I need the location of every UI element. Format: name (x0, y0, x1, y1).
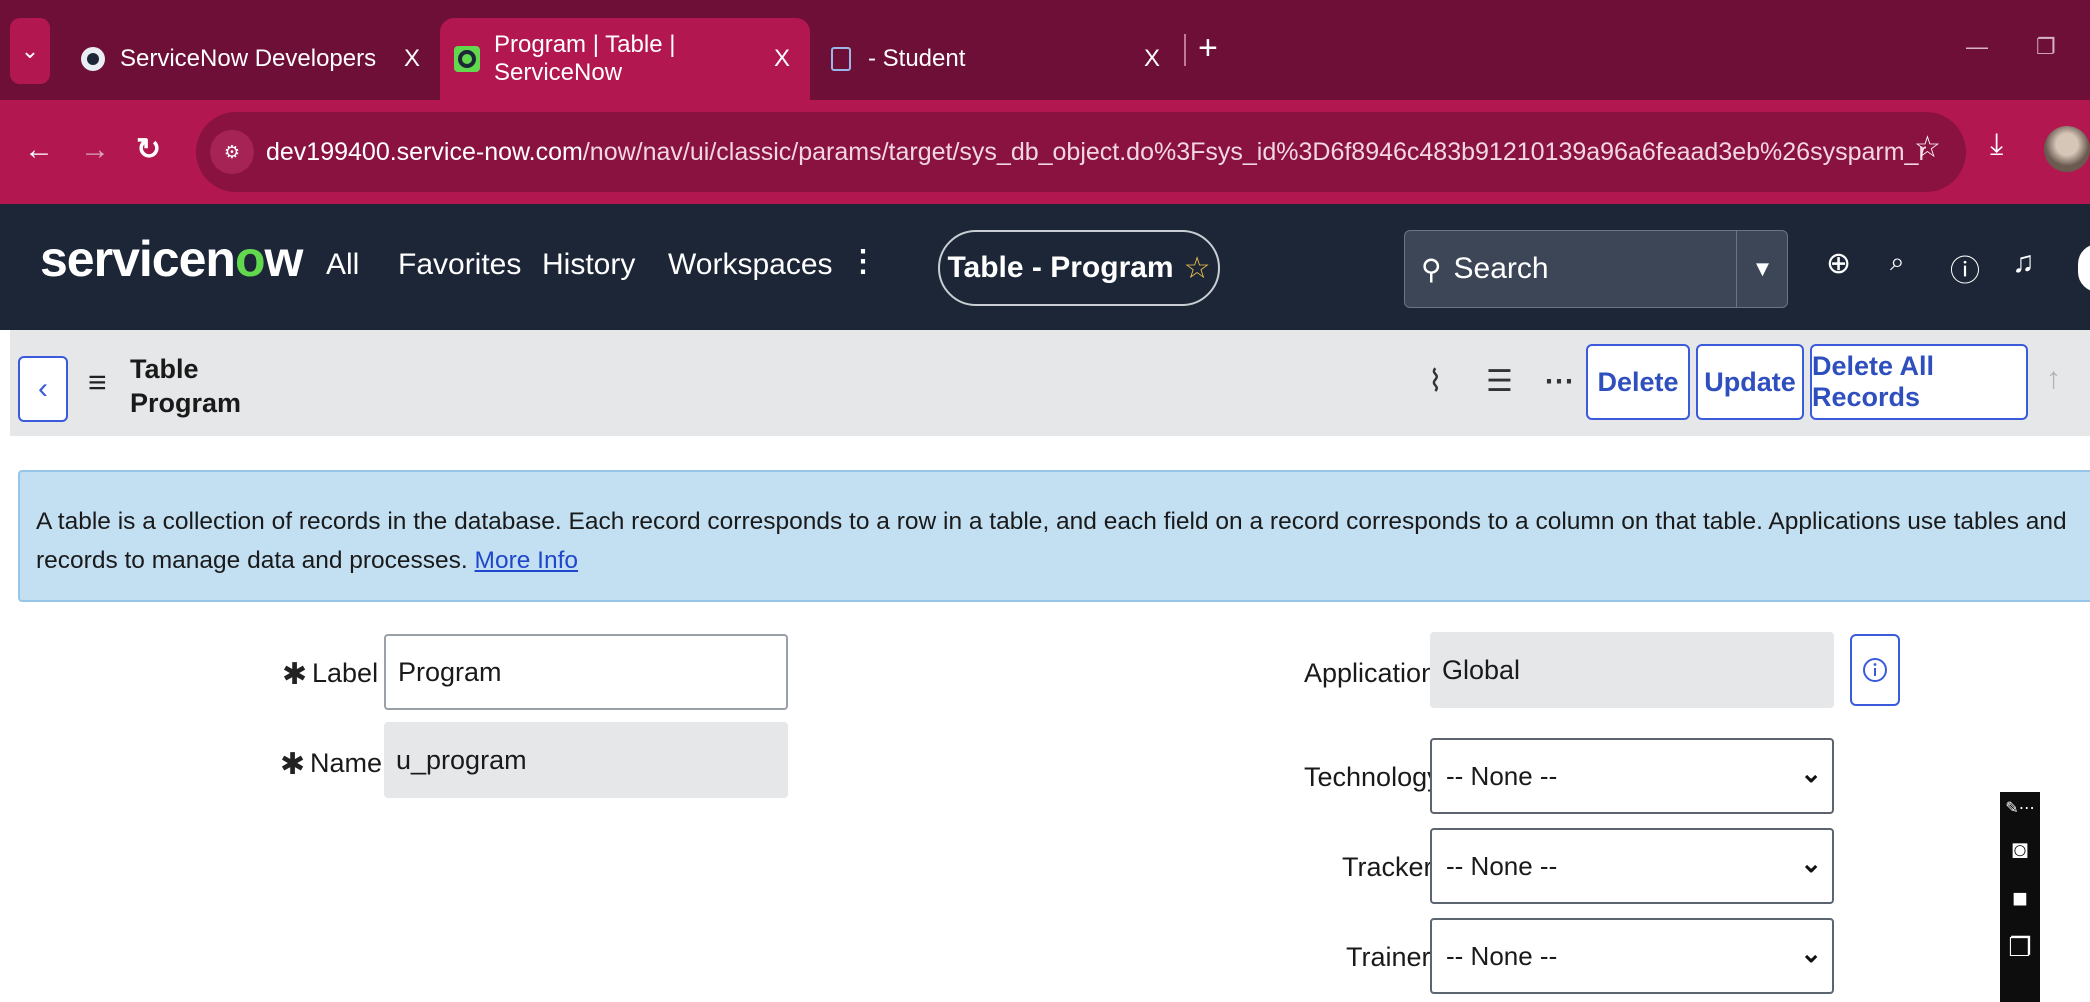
form-title-record: Program (130, 388, 242, 418)
tab-title: ServiceNow Developers (120, 45, 377, 72)
nav-history[interactable]: History (542, 248, 635, 282)
name-field-label: Name (310, 748, 383, 778)
logo-o: o (234, 231, 266, 287)
video-icon[interactable]: ■ (2000, 883, 2040, 914)
scroll-top-icon[interactable]: ↑ (2046, 362, 2061, 396)
nav-all[interactable]: All (326, 248, 359, 282)
attachment-icon[interactable]: ⌇ (1428, 364, 1443, 399)
tab-close-button[interactable]: X (1144, 45, 1160, 73)
trainer-select-value: -- None -- (1446, 940, 1558, 971)
caret-down-icon: ▼ (1751, 256, 1774, 281)
forward-arrow-icon[interactable]: → (80, 130, 110, 170)
profile-avatar[interactable] (2044, 126, 2090, 172)
pen-icon[interactable]: ✎⋯ (2000, 798, 2040, 818)
tracker-field-label: Tracker (1342, 852, 1433, 882)
url-text[interactable]: dev199400.service-now.com/now/nav/ui/cla… (266, 138, 1926, 167)
restore-icon[interactable]: ❐ (2036, 34, 2056, 60)
chevron-down-icon: ⌄ (20, 38, 40, 63)
chevron-left-icon: ‹ (38, 372, 48, 405)
more-options-icon[interactable]: ⋯ (1544, 364, 1574, 399)
url-path: /now/nav/ui/classic/params/target/sys_db… (582, 137, 1926, 166)
search-scope-dropdown[interactable]: ▼ (1736, 231, 1788, 307)
copy-icon[interactable]: ❐ (2000, 932, 2040, 963)
search-icon: ⚲ (1421, 253, 1442, 285)
required-asterisk-icon: ✱ (280, 748, 306, 781)
tab-title: Program | Table | ServiceNow (494, 31, 676, 86)
tab-separator (1184, 34, 1186, 66)
browser-tab-student[interactable]: - Student X (820, 18, 1180, 100)
servicenow-logo[interactable]: servicenow (40, 230, 303, 288)
technology-select[interactable]: -- None -- ⌄ (1430, 738, 1834, 814)
form-title: Table Program (130, 352, 241, 420)
minimize-icon[interactable]: — (1966, 34, 1988, 60)
back-arrow-icon[interactable]: ← (24, 130, 54, 170)
hamburger-menu-icon[interactable]: ≡ (88, 364, 107, 401)
bell-icon[interactable]: ♫ (2012, 246, 2035, 280)
delete-all-records-button[interactable]: Delete All Records (1810, 344, 2028, 420)
browser-tab-servicenow-developers[interactable]: ServiceNow Developers X (72, 18, 440, 100)
context-title-pill[interactable]: Table - Program ☆ (938, 230, 1220, 306)
info-circle-icon (1863, 658, 1887, 682)
reload-icon[interactable]: ↻ (136, 130, 161, 170)
servicenow-favicon-icon (81, 47, 105, 71)
chevron-down-icon: ⌄ (1800, 848, 1822, 878)
trainer-select[interactable]: -- None -- ⌄ (1430, 918, 1834, 994)
application-info-button[interactable] (1850, 634, 1900, 706)
info-text: A table is a collection of records in th… (36, 508, 2067, 574)
tab-close-button[interactable]: X (404, 45, 420, 73)
context-title: Table - Program (947, 251, 1174, 284)
tracker-select-value: -- None -- (1446, 850, 1558, 881)
favorite-star-icon[interactable]: ☆ (1184, 251, 1211, 286)
search-input[interactable] (1453, 252, 1704, 286)
form-back-button[interactable]: ‹ (18, 356, 68, 422)
label-input[interactable] (384, 634, 788, 710)
tracker-select[interactable]: -- None -- ⌄ (1430, 828, 1834, 904)
browser-tab-program-table[interactable]: Program | Table | ServiceNow X (440, 18, 810, 100)
site-info-icon[interactable]: ⚙ (210, 130, 254, 174)
more-info-link[interactable]: More Info (475, 547, 579, 574)
required-asterisk-icon: ✱ (282, 658, 308, 691)
capture-toolbar: ✎⋯ ◙ ■ ❐ (2000, 792, 2040, 1002)
camera-icon[interactable]: ◙ (2000, 834, 2040, 865)
logo-text-end: w (264, 231, 303, 287)
chevron-down-icon: ⌄ (1800, 758, 1822, 788)
bookmark-star-icon[interactable]: ☆ (1914, 130, 1941, 165)
help-icon[interactable]: ⓘ (1950, 246, 1980, 290)
name-field-readonly: u_program (384, 722, 788, 798)
global-search[interactable]: ⚲ (1404, 230, 1788, 308)
application-field-label: Application (1304, 658, 1437, 688)
page: ⌄ ServiceNow Developers X Program | Tabl… (0, 0, 2090, 1002)
info-banner: A table is a collection of records in th… (18, 470, 2090, 602)
new-tab-button[interactable]: + (1198, 28, 1218, 68)
address-bar[interactable]: ⚙ dev199400.service-now.com/now/nav/ui/c… (196, 112, 1966, 192)
download-icon[interactable]: ⤓ (1990, 128, 2003, 162)
update-button[interactable]: Update (1696, 344, 1804, 420)
servicenow-favicon-icon (454, 46, 480, 72)
more-menu-icon[interactable]: ⋮ (848, 244, 878, 279)
form-title-type: Table (130, 354, 199, 384)
nav-favorites[interactable]: Favorites (398, 248, 521, 282)
nav-workspaces[interactable]: Workspaces (668, 248, 833, 282)
personalize-form-icon[interactable]: ☰ (1486, 364, 1513, 399)
technology-select-value: -- None -- (1446, 760, 1558, 791)
technology-field-label: Technology (1304, 762, 1441, 792)
chat-icon[interactable]: ⌕ (1890, 246, 1905, 278)
url-host: dev199400.service-now.com (266, 137, 583, 166)
delete-button[interactable]: Delete (1586, 344, 1690, 420)
application-field-readonly: Global (1430, 632, 1834, 708)
chevron-down-icon: ⌄ (1800, 938, 1822, 968)
label-field-label: Label (312, 658, 379, 688)
globe-icon[interactable]: ⊕ (1826, 246, 1851, 281)
logo-text: servicen (40, 231, 236, 287)
tab-close-button[interactable]: X (774, 45, 790, 73)
trainer-field-label: Trainer (1346, 942, 1431, 972)
document-favicon-icon (831, 47, 851, 71)
tab-search-menu-button[interactable]: ⌄ (10, 18, 50, 84)
tab-title: - Student (868, 45, 966, 72)
